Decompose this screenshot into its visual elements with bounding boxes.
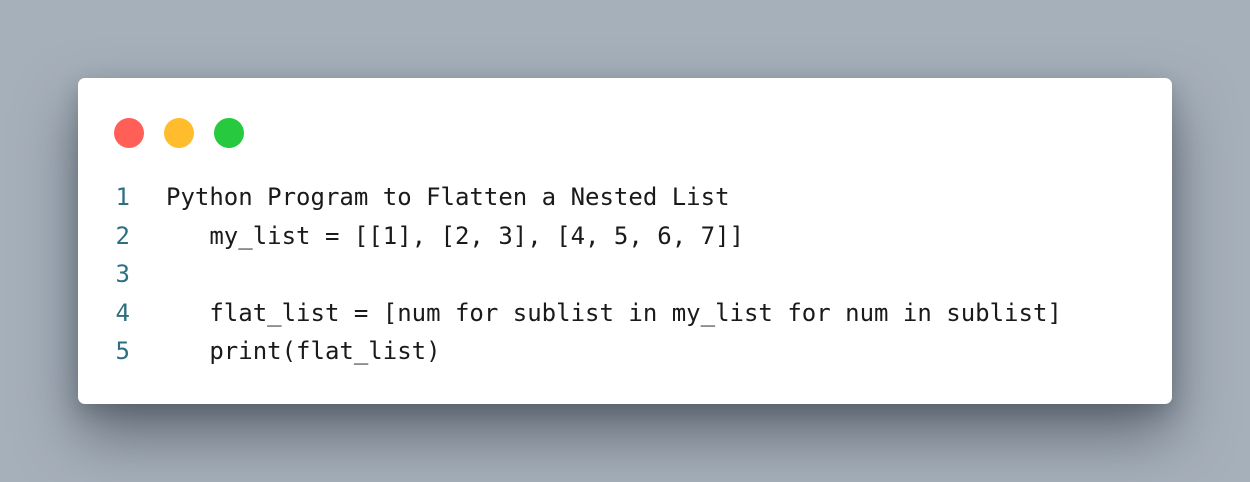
code-block: 1 Python Program to Flatten a Nested Lis… <box>78 178 1172 371</box>
line-text: flat_list = [num for sublist in my_list … <box>166 298 1062 327</box>
line-number: 4 <box>115 298 130 327</box>
line-text: my_list = [[1], [2, 3], [4, 5, 6, 7]] <box>166 221 744 250</box>
code-line: 3 <box>78 255 1172 294</box>
minimize-dot-icon[interactable] <box>164 118 194 148</box>
close-dot-icon[interactable] <box>114 118 144 148</box>
line-number: 5 <box>115 337 130 366</box>
code-line: 1 Python Program to Flatten a Nested Lis… <box>78 178 1172 217</box>
code-line: 4 flat_list = [num for sublist in my_lis… <box>78 294 1172 333</box>
code-line: 2 my_list = [[1], [2, 3], [4, 5, 6, 7]] <box>78 217 1172 256</box>
code-line: 5 print(flat_list) <box>78 332 1172 371</box>
window-controls <box>114 118 244 148</box>
code-window: 1 Python Program to Flatten a Nested Lis… <box>78 78 1172 404</box>
maximize-dot-icon[interactable] <box>214 118 244 148</box>
line-number: 1 <box>115 183 130 212</box>
line-text: print(flat_list) <box>166 337 441 366</box>
line-number: 3 <box>115 260 130 289</box>
line-text: Python Program to Flatten a Nested List <box>166 183 730 212</box>
line-number: 2 <box>115 221 130 250</box>
